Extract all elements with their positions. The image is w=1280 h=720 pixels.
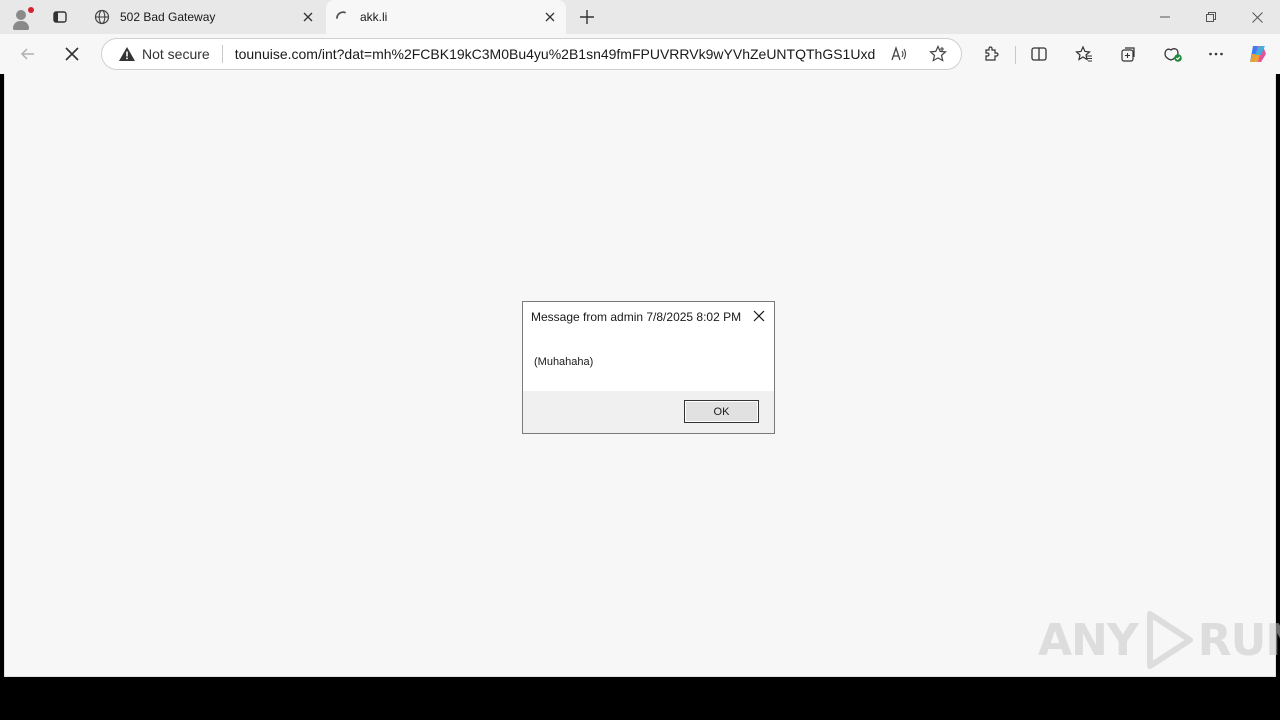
close-icon <box>303 12 313 22</box>
taskbar-area <box>0 680 1280 720</box>
tab-502-bad-gateway[interactable]: 502 Bad Gateway <box>86 0 324 34</box>
ok-button[interactable]: OK <box>684 400 759 423</box>
loading-spinner-icon <box>334 9 350 25</box>
close-icon <box>753 310 765 322</box>
tab-akk-li[interactable]: akk.li <box>326 0 566 34</box>
alert-dialog: Message from admin 7/8/2025 8:02 PM (Muh… <box>522 301 775 434</box>
new-tab-button[interactable] <box>576 6 598 28</box>
watermark-left-text: ANY <box>1038 614 1139 666</box>
back-arrow-icon <box>20 48 34 60</box>
close-window-button[interactable] <box>1234 0 1280 34</box>
profile-avatar-button[interactable] <box>8 4 36 30</box>
tab-close-button[interactable] <box>298 7 318 27</box>
close-icon <box>1251 11 1263 23</box>
tab-title: akk.li <box>360 10 388 24</box>
tab-title: 502 Bad Gateway <box>120 10 216 24</box>
avatar-head <box>16 10 26 20</box>
more-options-icon[interactable] <box>1204 43 1228 65</box>
favorite-star-icon[interactable] <box>927 43 949 65</box>
extensions-icon[interactable] <box>979 43 1003 65</box>
toolbar-divider <box>1015 46 1016 64</box>
tab-actions-icon <box>53 11 67 23</box>
close-icon <box>545 12 555 22</box>
minimize-icon <box>1160 16 1170 18</box>
warning-triangle-icon[interactable] <box>118 45 136 63</box>
globe-icon <box>94 9 110 25</box>
restore-button[interactable] <box>1188 0 1234 34</box>
watermark-right-text: RUN <box>1197 614 1280 666</box>
tab-bar: 502 Bad Gateway akk.li <box>0 0 1280 34</box>
dialog-message: (Muhahaha) <box>534 356 594 368</box>
stop-loading-button[interactable] <box>58 40 86 68</box>
close-icon <box>65 47 79 61</box>
minimize-button[interactable] <box>1142 0 1188 34</box>
back-button[interactable] <box>14 40 42 68</box>
tab-actions-button[interactable] <box>46 5 74 29</box>
split-screen-icon[interactable] <box>1027 43 1051 65</box>
collections-icon[interactable] <box>1116 43 1140 65</box>
url-text[interactable]: tounuise.com/int?dat=mh%2FCBK19kC3M0Bu4y… <box>235 46 875 62</box>
play-logo-icon <box>1146 611 1193 669</box>
security-status-label[interactable]: Not secure <box>142 46 210 62</box>
read-aloud-icon[interactable] <box>888 43 910 65</box>
browser-essentials-icon[interactable] <box>1161 43 1185 65</box>
avatar-body <box>13 21 29 30</box>
anyrun-watermark: ANY RUN <box>1038 610 1280 670</box>
dialog-close-button[interactable] <box>751 308 767 324</box>
omnibox-divider <box>221 45 223 63</box>
dialog-title: Message from admin 7/8/2025 8:02 PM <box>531 310 742 324</box>
copilot-icon[interactable] <box>1246 43 1270 65</box>
favorites-icon[interactable] <box>1072 43 1096 65</box>
restore-icon <box>1206 12 1216 22</box>
plus-icon <box>580 10 594 24</box>
notification-dot <box>28 7 34 13</box>
dialog-body: Message from admin 7/8/2025 8:02 PM (Muh… <box>523 302 774 391</box>
address-bar[interactable]: Not secure tounuise.com/int?dat=mh%2FCBK… <box>101 38 962 70</box>
tab-close-button[interactable] <box>540 7 560 27</box>
navigation-toolbar: Not secure tounuise.com/int?dat=mh%2FCBK… <box>0 34 1280 74</box>
